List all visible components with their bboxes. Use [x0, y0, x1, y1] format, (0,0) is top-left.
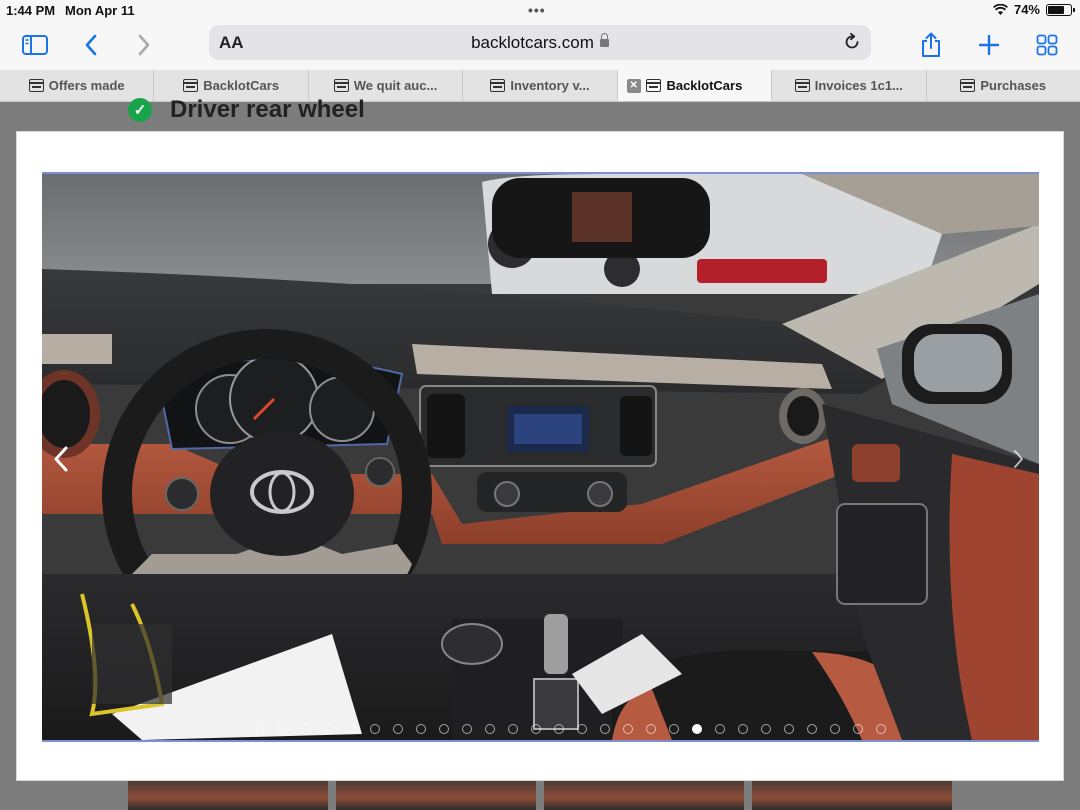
pagination-dot[interactable]	[761, 724, 771, 734]
pagination-dot[interactable]	[255, 724, 265, 734]
back-button[interactable]	[74, 28, 108, 62]
pagination-dot[interactable]	[853, 724, 863, 734]
pagination-dot[interactable]	[462, 724, 472, 734]
tab-label: Purchases	[980, 78, 1047, 93]
grid-icon	[1036, 34, 1058, 56]
pagination-dot[interactable]	[577, 724, 587, 734]
tab-label: We quit auc...	[353, 78, 438, 93]
thumbnail[interactable]	[544, 780, 744, 810]
heading-text: Driver rear wheel	[170, 96, 365, 123]
pagination-dot[interactable]	[278, 724, 288, 734]
page-icon	[333, 79, 349, 92]
tab-6[interactable]: Purchases	[927, 70, 1080, 101]
tab-5[interactable]: Invoices 1c1...	[772, 70, 927, 101]
status-bar: 1:44 PM Mon Apr 11 ••• 74%	[0, 0, 1080, 22]
battery-level	[1048, 5, 1065, 14]
thumbnail[interactable]	[336, 780, 536, 810]
pagination-dot[interactable]	[784, 724, 794, 734]
gallery-pagination	[42, 724, 1039, 734]
tab-label: Offers made	[48, 78, 125, 93]
car-interior-photo	[42, 174, 1039, 740]
pagination-dot[interactable]	[416, 724, 426, 734]
previous-photo-button[interactable]	[46, 439, 76, 479]
gallery-photo[interactable]	[42, 172, 1039, 742]
pagination-dot[interactable]	[554, 724, 564, 734]
tab-3[interactable]: Inventory v...	[463, 70, 618, 101]
pagination-dot[interactable]	[646, 724, 656, 734]
lock-icon	[599, 33, 609, 47]
page-icon	[28, 79, 44, 92]
share-icon	[922, 32, 940, 57]
tab-label: BacklotCars	[666, 78, 743, 93]
pagination-dot[interactable]	[485, 724, 495, 734]
forward-button[interactable]	[127, 28, 161, 62]
new-tab-button[interactable]	[972, 28, 1006, 62]
tab-4[interactable]: ✕ BacklotCars	[617, 70, 773, 101]
pagination-dot[interactable]	[301, 724, 311, 734]
pagination-dot[interactable]	[324, 724, 334, 734]
tab-label: Inventory v...	[510, 78, 590, 93]
pagination-dot[interactable]	[508, 724, 518, 734]
pagination-dot[interactable]	[600, 724, 610, 734]
thumbnail[interactable]	[752, 780, 952, 810]
status-time: 1:44 PM	[6, 3, 56, 18]
next-photo-button[interactable]	[1003, 439, 1033, 479]
reload-icon	[845, 33, 859, 49]
close-icon[interactable]: ✕	[626, 79, 641, 93]
battery-percent: 74%	[1013, 2, 1040, 17]
status-date: Mon Apr 11	[65, 3, 135, 18]
thumbnail-row	[128, 780, 968, 810]
pagination-dot[interactable]	[439, 724, 449, 734]
chevron-left-icon	[54, 446, 68, 472]
pagination-dot[interactable]	[830, 724, 840, 734]
url-field[interactable]: backlotcars.com	[209, 33, 871, 53]
pagination-dot[interactable]	[715, 724, 725, 734]
browser-toolbar: AA backlotcars.com	[0, 22, 1080, 70]
pagination-dot[interactable]	[393, 724, 403, 734]
photo-lightbox	[16, 131, 1064, 781]
multitasking-dots-icon[interactable]: •••	[528, 2, 546, 18]
sidebar-button[interactable]	[18, 28, 52, 62]
chevron-right-icon	[138, 34, 150, 56]
page-icon	[646, 79, 662, 92]
section-heading: ✓ Driver rear wheel	[128, 96, 365, 124]
url-text: backlotcars.com	[471, 33, 594, 52]
tab-label: BacklotCars	[203, 78, 280, 93]
chevron-left-icon	[85, 34, 97, 56]
thumbnail[interactable]	[128, 780, 328, 810]
tab-overview-button[interactable]	[1030, 28, 1064, 62]
pagination-dot[interactable]	[807, 724, 817, 734]
reload-button[interactable]	[841, 31, 863, 53]
pagination-dot[interactable]	[531, 724, 541, 734]
pagination-dot[interactable]	[623, 724, 633, 734]
address-bar[interactable]: AA backlotcars.com	[209, 25, 871, 60]
pagination-dot[interactable]	[692, 724, 702, 734]
plus-icon	[979, 35, 999, 55]
pagination-dot[interactable]	[347, 724, 357, 734]
page-icon	[490, 79, 506, 92]
page-icon	[794, 79, 810, 92]
pagination-dot[interactable]	[669, 724, 679, 734]
pagination-dot[interactable]	[738, 724, 748, 734]
check-icon: ✓	[128, 98, 152, 122]
wifi-icon	[992, 3, 1008, 15]
chevron-right-icon	[1014, 450, 1023, 468]
pagination-dot[interactable]	[370, 724, 380, 734]
page-icon	[183, 79, 199, 92]
tab-label: Invoices 1c1...	[814, 78, 903, 93]
page-icon	[960, 79, 976, 92]
sidebar-icon	[22, 35, 48, 55]
share-button[interactable]	[914, 28, 948, 62]
pagination-dot[interactable]	[876, 724, 886, 734]
battery-icon	[1046, 3, 1075, 16]
status-indicators: 74%	[992, 2, 1075, 17]
